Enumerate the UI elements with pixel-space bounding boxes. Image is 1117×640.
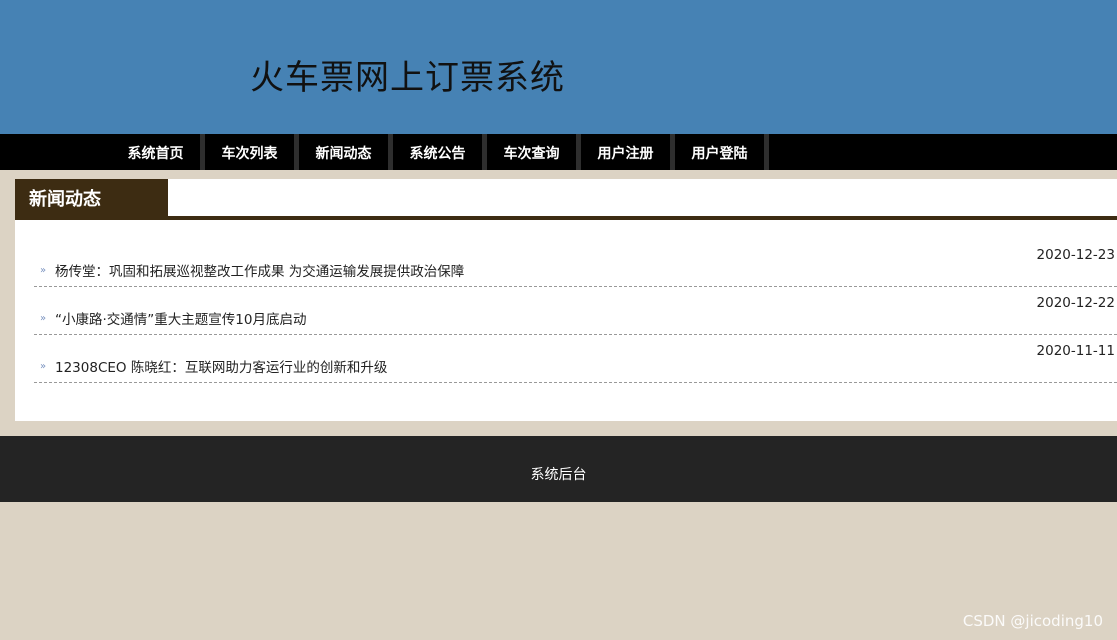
news-list: » 杨传堂：巩固和拓展巡视整改工作成果 为交通运输发展提供政治保障 2020-1… xyxy=(34,239,1117,383)
nav-item-login[interactable]: 用户登陆 xyxy=(675,134,769,170)
double-chevron-icon: » xyxy=(40,265,47,276)
double-chevron-icon: » xyxy=(40,361,47,372)
panel-title: 新闻动态 xyxy=(15,179,168,216)
news-title-link[interactable]: 杨传堂：巩固和拓展巡视整改工作成果 为交通运输发展提供政治保障 xyxy=(55,260,464,280)
nav-item-home[interactable]: 系统首页 xyxy=(111,134,205,170)
list-item: » 杨传堂：巩固和拓展巡视整改工作成果 为交通运输发展提供政治保障 2020-1… xyxy=(34,239,1117,287)
admin-backend-link[interactable]: 系统后台 xyxy=(0,464,1117,484)
news-title-link[interactable]: “小康路·交通情”重大主题宣传10月底启动 xyxy=(55,308,306,328)
nav-items: 系统首页 车次列表 新闻动态 系统公告 车次查询 用户注册 用户登陆 xyxy=(111,134,769,170)
nav-item-train-list[interactable]: 车次列表 xyxy=(205,134,299,170)
list-item: » “小康路·交通情”重大主题宣传10月底启动 2020-12-22 xyxy=(34,287,1117,335)
watermark: CSDN @jicoding10 xyxy=(962,612,1103,630)
news-date: 2020-11-11 xyxy=(1036,343,1115,359)
news-date: 2020-12-22 xyxy=(1036,295,1115,311)
news-panel: 新闻动态 » 杨传堂：巩固和拓展巡视整改工作成果 为交通运输发展提供政治保障 2… xyxy=(15,179,1117,421)
news-title-link[interactable]: 12308CEO 陈晓红：互联网助力客运行业的创新和升级 xyxy=(55,356,387,376)
main-nav: 系统首页 车次列表 新闻动态 系统公告 车次查询 用户注册 用户登陆 xyxy=(0,134,1117,170)
nav-item-announcements[interactable]: 系统公告 xyxy=(393,134,487,170)
nav-item-train-search[interactable]: 车次查询 xyxy=(487,134,581,170)
list-item: » 12308CEO 陈晓红：互联网助力客运行业的创新和升级 2020-11-1… xyxy=(34,335,1117,383)
nav-item-news[interactable]: 新闻动态 xyxy=(299,134,393,170)
news-date: 2020-12-23 xyxy=(1036,247,1115,263)
nav-item-register[interactable]: 用户注册 xyxy=(581,134,675,170)
panel-divider xyxy=(15,216,1117,220)
double-chevron-icon: » xyxy=(40,313,47,324)
site-footer: 系统后台 xyxy=(0,436,1117,502)
site-header: 火车票网上订票系统 xyxy=(0,0,1117,134)
site-title: 火车票网上订票系统 xyxy=(250,58,565,98)
